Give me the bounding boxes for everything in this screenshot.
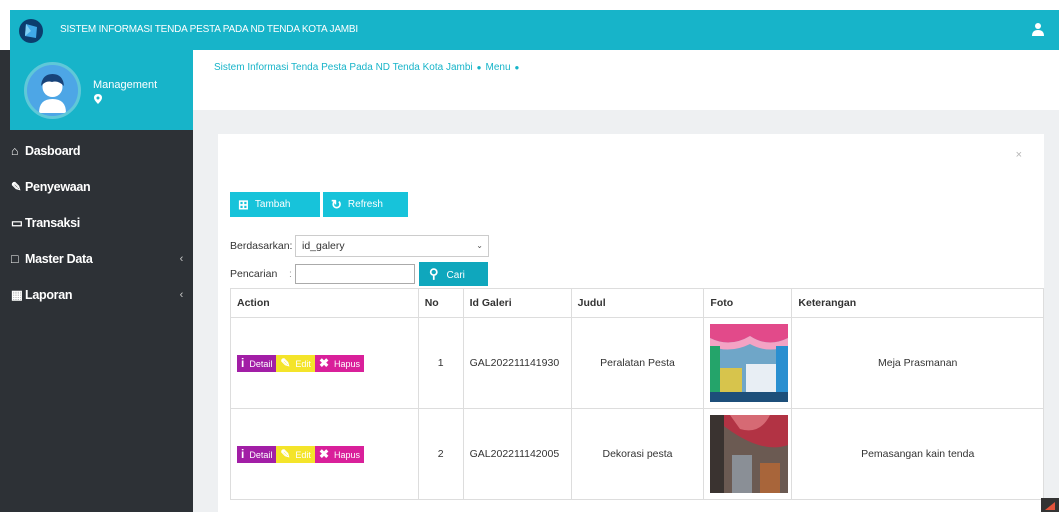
sidebar-item-label: Transaksi [25,216,80,230]
detail-label: Detail [249,449,273,460]
calendar-icon: ▦ [11,288,23,302]
logo-icon[interactable] [18,18,44,44]
gallery-description: Meja Prasmanan [791,317,1044,409]
delete-button[interactable]: ✖ Hapus [314,354,365,372]
gallery-id: GAL202211142005 [462,408,572,500]
photo-cell [703,317,793,409]
search-button[interactable]: ⚲ Cari [419,262,488,286]
search-label: Pencarian [230,268,278,280]
delete-label: Hapus [334,358,361,369]
sidebar-item-penyewaan[interactable]: ✎ Penyewaan [0,170,193,206]
filter-by-label: Berdasarkan: [230,240,293,252]
gallery-id: GAL202211141930 [462,317,572,409]
plus-square-icon: ⊞ [238,197,249,212]
detail-button[interactable]: i Detail [237,354,277,372]
close-icon: ✖ [318,355,329,370]
info-icon: i [241,446,245,461]
column-header-judul[interactable]: Judul [570,288,705,318]
chevron-down-icon: ⌄ [476,241,483,250]
column-header-action[interactable]: Action [230,288,419,318]
close-icon: ✖ [318,446,329,461]
edit-label: Edit [295,449,311,460]
row-number: 2 [417,408,464,500]
sidebar: Management ⌂ Dasboard ✎ Penyewaan ▭ Transak… [0,50,193,512]
photo-thumbnail[interactable] [710,324,789,402]
table-header-row: Action No Id Galeri Judul Foto Keteranga… [230,288,1044,318]
avatar[interactable] [24,62,81,119]
column-header-foto[interactable]: Foto [703,288,793,318]
home-icon: ⌂ [11,144,19,158]
book-icon: ▭ [11,216,23,230]
edit-icon: ✎ [280,446,291,461]
refresh-icon: ↻ [331,197,342,212]
breadcrumb-separator: ● [514,63,520,72]
search-label-colon: : [289,268,292,280]
row-number: 1 [417,317,464,409]
sidebar-item-label: Dasboard [25,144,81,158]
action-cell: i Detail ✎ Edit ✖ Hapus [230,317,419,409]
photo-cell [703,408,793,500]
close-icon[interactable]: × [1016,149,1022,161]
sidebar-item-label: Penyewaan [25,180,91,194]
app-title: SISTEM INFORMASI TENDA PESTA PADA ND TEN… [60,24,358,35]
edit-button[interactable]: ✎ Edit [276,445,315,463]
chevron-left-icon: ‹ [179,253,184,265]
refresh-button[interactable]: ↻ Refresh [323,192,408,217]
edit-button[interactable]: ✎ Edit [276,354,315,372]
profile-panel: Management [10,50,193,130]
edit-icon: □ [11,252,19,266]
add-button-label: Tambah [254,199,291,210]
column-header-id[interactable]: Id Galeri [462,288,572,318]
column-header-keterangan[interactable]: Keterangan [791,288,1044,318]
edit-icon: ✎ [280,355,291,370]
filter-select-value: id_galery [302,240,345,252]
search-icon: ⚲ [429,266,439,281]
delete-button[interactable]: ✖ Hapus [314,445,365,463]
arrow-up-icon [1045,502,1055,510]
table-row: i Detail ✎ Edit ✖ Hapus 1 GAL202211141930 Per… [230,317,1044,409]
filter-select[interactable]: id_galery ⌄ [295,235,489,257]
breadcrumb-current[interactable]: Menu [486,62,511,73]
action-cell: i Detail ✎ Edit ✖ Hapus [230,408,419,500]
edit-label: Edit [295,358,311,369]
info-icon: i [241,355,245,370]
top-header: SISTEM INFORMASI TENDA PESTA PADA ND TEN… [0,0,1059,50]
search-input[interactable] [295,264,415,284]
table-row: i Detail ✎ Edit ✖ Hapus 2 GAL202211142005 Dek… [230,408,1044,500]
delete-label: Hapus [334,449,361,460]
gallery-title: Dekorasi pesta [570,408,705,500]
sidebar-item-label: Laporan [25,288,73,302]
sidebar-item-label: Master Data [25,252,93,266]
content-panel: × ⊞ Tambah ↻ Refresh Berdasarkan: id_galer… [218,134,1044,512]
sidebar-nav: ⌂ Dasboard ✎ Penyewaan ▭ Transaksi □ Master … [0,134,193,314]
search-button-label: Cari [446,270,465,281]
breadcrumb: Sistem Informasi Tenda Pesta Pada ND Ten… [214,62,523,73]
breadcrumb-separator: ● [476,63,482,72]
gallery-table: Action No Id Galeri Judul Foto Keteranga… [230,288,1044,500]
detail-button[interactable]: i Detail [237,445,277,463]
refresh-button-label: Refresh [347,199,383,210]
column-header-no[interactable]: No [417,288,464,318]
gallery-description: Pemasangan kain tenda [791,408,1044,500]
sidebar-item-dasboard[interactable]: ⌂ Dasboard [0,134,193,170]
corner-badge [1041,498,1059,512]
pencil-icon: ✎ [11,180,22,194]
photo-thumbnail[interactable] [710,415,789,493]
header-bar: SISTEM INFORMASI TENDA PESTA PADA ND TEN… [10,10,1059,50]
sidebar-item-transaksi[interactable]: ▭ Transaksi [0,206,193,242]
add-button[interactable]: ⊞ Tambah [230,192,320,217]
sidebar-item-master-data[interactable]: □ Master Data ‹ [0,242,193,278]
avatar-icon [27,65,78,116]
breadcrumb-path[interactable]: Sistem Informasi Tenda Pesta Pada ND Ten… [214,62,473,73]
location-icon [94,94,102,104]
breadcrumb-bar: Sistem Informasi Tenda Pesta Pada ND Ten… [193,50,1059,110]
gallery-title: Peralatan Pesta [570,317,705,409]
user-icon[interactable] [1031,22,1045,36]
sidebar-item-laporan[interactable]: ▦ Laporan ‹ [0,278,193,314]
detail-label: Detail [249,358,273,369]
chevron-left-icon: ‹ [179,289,184,301]
profile-name: Management [93,79,158,91]
